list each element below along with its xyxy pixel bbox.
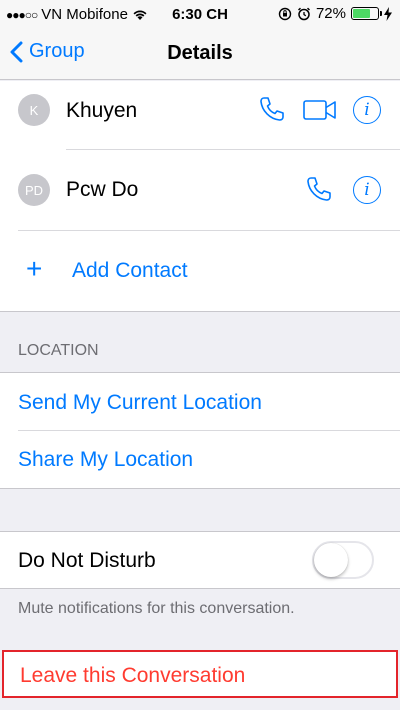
send-current-location-link[interactable]: Send My Current Location xyxy=(18,391,262,415)
add-contact-label: Add Contact xyxy=(72,259,188,282)
dnd-label: Do Not Disturb xyxy=(18,549,156,572)
contact-row-khuyen[interactable]: K Khuyen i xyxy=(0,81,400,149)
share-location-link[interactable]: Share My Location xyxy=(18,448,193,472)
battery-fill xyxy=(353,9,371,18)
location-section-header: LOCATION xyxy=(18,342,99,359)
dnd-footer-note: Mute notifications for this conversation… xyxy=(18,600,295,617)
contact-name: Pcw Do xyxy=(66,178,139,201)
leave-conversation-label: Leave this Conversation xyxy=(20,664,246,687)
toggle-knob xyxy=(314,543,348,577)
plus-icon: + xyxy=(26,253,43,284)
status-right: 72% xyxy=(278,5,392,22)
alarm-icon xyxy=(297,7,310,20)
phone-icon[interactable] xyxy=(305,175,333,208)
section-divider xyxy=(0,488,400,489)
charging-bolt-icon xyxy=(384,6,392,21)
section-divider xyxy=(0,588,400,589)
dnd-toggle[interactable] xyxy=(312,541,374,579)
row-divider xyxy=(18,430,400,431)
contact-name: Khuyen xyxy=(66,99,138,122)
info-icon[interactable]: i xyxy=(353,176,381,204)
avatar: PD xyxy=(18,174,50,206)
battery-icon xyxy=(351,7,382,20)
contact-row-pcw-do[interactable]: PD Pcw Do i xyxy=(0,150,400,230)
leave-conversation-button[interactable]: Leave this Conversation xyxy=(2,650,398,698)
contacts-section: K Khuyen i PD Pcw Do i + Add Contact xyxy=(0,81,400,311)
orientation-lock-icon xyxy=(278,7,292,20)
phone-icon[interactable] xyxy=(258,95,286,128)
avatar: K xyxy=(18,94,50,126)
video-icon[interactable] xyxy=(303,99,337,126)
page-title: Details xyxy=(167,42,233,64)
nav-bar: Group Details xyxy=(0,30,400,80)
battery-percent: 72% xyxy=(315,5,346,22)
location-section: Send My Current Location Share My Locati… xyxy=(0,373,400,488)
info-icon[interactable]: i xyxy=(353,96,381,124)
section-divider xyxy=(0,311,400,312)
status-bar: ●●●○○ VN Mobifone 6:30 CH 72% xyxy=(0,0,400,30)
add-contact-row[interactable]: + Add Contact xyxy=(0,231,400,311)
